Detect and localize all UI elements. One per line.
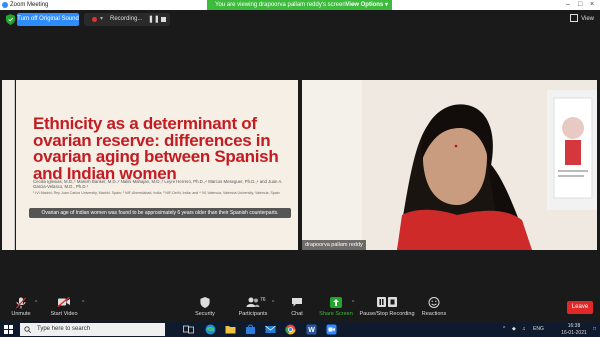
reactions-smiley-icon [428, 297, 440, 308]
microphone-muted-icon [16, 297, 26, 309]
edge-browser-icon[interactable] [205, 324, 216, 335]
pause-stop-recording-button[interactable]: Pause/Stop Recording [359, 294, 415, 322]
leave-button[interactable]: Leave [567, 301, 593, 314]
turn-off-original-sound-button[interactable]: Turn off Original Sound [17, 13, 79, 26]
participant-name: drapoorva pallam reddy [305, 242, 363, 248]
task-view-icon[interactable] [183, 324, 194, 335]
window-title: Zoom Meeting [10, 2, 49, 8]
video-options-chevron-icon[interactable]: ^ [82, 300, 84, 306]
chat-button[interactable]: Chat [286, 294, 308, 322]
chevron-down-icon[interactable]: ▾ [100, 13, 103, 26]
participant-video-frame [302, 80, 597, 250]
participant-name-tag: drapoorva pallam reddy [302, 240, 366, 250]
meeting-top-bar: Turn off Original Sound ▾ Recording... ❚… [0, 10, 600, 30]
start-video-label: Start Video [50, 311, 78, 317]
security-button[interactable]: Security [192, 294, 218, 322]
show-hidden-icons-chevron[interactable]: ^ [503, 322, 505, 337]
security-label: Security [195, 311, 215, 317]
windows-taskbar: Type here to search W ^ ◆ ♫ ENG 16:38 16… [0, 322, 600, 337]
view-button[interactable]: View [570, 14, 594, 25]
participants-button[interactable]: Participants [233, 294, 273, 322]
svg-text:W: W [308, 327, 315, 334]
recording-indicator: ▾ Recording... ❚❚ [84, 13, 170, 26]
participants-icon [246, 297, 260, 307]
reactions-button[interactable]: Reactions [420, 294, 448, 322]
start-video-button[interactable]: Start Video [44, 294, 84, 322]
volume-icon[interactable]: ♫ [522, 322, 526, 337]
shield-icon[interactable] [6, 14, 15, 25]
share-screen-label: Share Screen [319, 311, 353, 317]
maximize-icon[interactable]: □ [578, 0, 582, 10]
slide-thumbnail-edge [2, 80, 15, 250]
minimize-icon[interactable]: – [566, 0, 570, 10]
language-indicator[interactable]: ENG [533, 322, 544, 337]
windows-start-icon[interactable] [4, 325, 13, 334]
microsoft-store-icon[interactable] [245, 324, 256, 335]
zoom-app-icon [2, 2, 8, 8]
file-explorer-icon[interactable] [225, 324, 236, 335]
notifications-icon[interactable]: □ [593, 322, 596, 337]
unmute-label: Unmute [11, 311, 31, 317]
meeting-stage: Ethnicity as a determinant of ovarian re… [0, 30, 600, 294]
pause-stop-recording-label: Pause/Stop Recording [359, 311, 415, 317]
participants-count: 76 [260, 297, 266, 303]
chrome-icon[interactable] [285, 324, 296, 335]
chat-label: Chat [291, 311, 303, 317]
zoom-taskbar-icon[interactable] [326, 324, 337, 335]
screen-share-banner: You are viewing drapoorva pallam reddy's… [207, 0, 392, 10]
recording-dot-icon [92, 17, 97, 22]
clock-date: 16-01-2021 [561, 329, 587, 336]
share-screen-button[interactable]: Share Screen [318, 294, 354, 322]
search-icon [24, 326, 31, 333]
video-off-icon [57, 297, 70, 307]
view-options-label: View Options [345, 2, 384, 8]
close-icon[interactable]: × [590, 0, 594, 10]
participant-video[interactable]: drapoorva pallam reddy [302, 80, 597, 250]
slide-authors: Cecilia Iglesias, M.D.,¹ Manish Banker, … [33, 179, 283, 190]
gallery-view-icon [570, 14, 579, 23]
share-screen-icon [330, 297, 342, 308]
share-banner-text: You are viewing drapoorva pallam reddy's… [215, 2, 346, 8]
share-options-chevron-icon[interactable]: ^ [352, 300, 354, 306]
slide-affiliations: ¹ IVI Madrid, Rey Juan Carlos University… [33, 191, 280, 195]
slide-title: Ethnicity as a determinant of ovarian re… [33, 114, 279, 183]
meeting-controls: Unmute ^ Start Video ^ Security Particip… [0, 294, 600, 322]
participants-label: Participants [238, 311, 268, 317]
reactions-label: Reactions [421, 311, 447, 317]
taskbar-clock[interactable]: 16:38 16-01-2021 [558, 323, 590, 336]
unmute-button[interactable]: Unmute [6, 294, 36, 322]
wifi-icon[interactable]: ◆ [512, 322, 516, 337]
participants-options-chevron-icon[interactable]: ^ [272, 300, 274, 306]
stop-recording-icon[interactable] [161, 17, 166, 22]
taskbar-search-input[interactable]: Type here to search [20, 323, 165, 336]
view-label: View [581, 16, 594, 22]
chat-icon [292, 298, 302, 307]
mail-icon[interactable] [265, 324, 276, 335]
word-icon[interactable]: W [306, 324, 317, 335]
view-options-button[interactable]: View Options ▾ [345, 0, 388, 10]
pause-recording-icon[interactable]: ❚❚ [148, 13, 160, 26]
search-placeholder: Type here to search [37, 326, 91, 332]
audio-options-chevron-icon[interactable]: ^ [35, 300, 37, 306]
slide-key-finding: Ovarian age of Indian women was found to… [29, 208, 291, 218]
shield-icon [200, 297, 210, 308]
recording-label: Recording... [110, 16, 143, 22]
pause-stop-icon [377, 297, 397, 307]
shared-slide: Ethnicity as a determinant of ovarian re… [16, 80, 298, 250]
